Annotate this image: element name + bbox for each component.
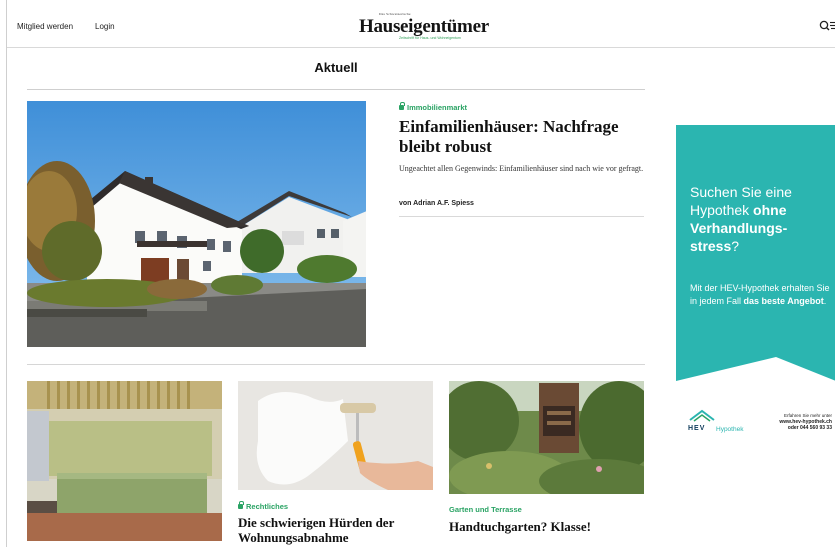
ad-body-bold: das beste Angebot	[743, 295, 824, 306]
lock-icon	[238, 501, 244, 509]
ad-headline-end: ?	[731, 238, 740, 254]
section-title: Aktuell	[314, 60, 358, 75]
search-menu-button[interactable]	[819, 18, 835, 34]
card-3-title[interactable]: Handtuchgarten? Klasse!	[449, 519, 644, 534]
hero-image[interactable]	[27, 101, 366, 347]
ad-headline: Suchen Sie eine Hypothek ohne Verhandlun…	[690, 183, 830, 255]
card-image-garden[interactable]	[449, 381, 644, 494]
ad-contact: Erfahren Sie mehr unter www.hev-hypothek…	[754, 413, 832, 432]
divider	[27, 364, 645, 365]
hero-author: von Adrian A.F. Spiess	[399, 200, 474, 207]
card-3-kicker: Garten und Terrasse	[449, 505, 522, 514]
hero-title[interactable]: Einfamilienhäuser: Nachfrage bleibt robu…	[399, 117, 639, 157]
member-link[interactable]: Mitglied werden	[17, 22, 73, 31]
top-bar: Mitglied werden Login Das Schweizerische…	[7, 0, 835, 48]
ad-contact-tel: oder 044 560 93 33	[787, 425, 832, 431]
login-link[interactable]: Login	[95, 22, 115, 31]
ad-brand-sub: Hypothek	[716, 426, 744, 433]
hero-kicker-label: Immobilienmarkt	[407, 103, 468, 112]
card-image-kitchen[interactable]	[27, 381, 222, 541]
divider	[399, 216, 644, 217]
lock-icon	[399, 102, 405, 110]
page-frame: Mitglied werden Login Das Schweizerische…	[6, 0, 835, 547]
hero-lead: Ungeachtet allen Gegenwinds: Einfamilien…	[399, 164, 644, 173]
card-image-paint[interactable]	[238, 381, 433, 490]
ad-body-end: .	[823, 295, 827, 306]
divider	[27, 89, 645, 90]
search-menu-icon	[819, 20, 835, 31]
site-logo[interactable]: Das Schweizerische Hauseigentümer Zeitsc…	[359, 12, 509, 42]
card-2-title[interactable]: Die schwierigen Hürden der Wohnungsabnah…	[238, 515, 438, 545]
hypothek-ad[interactable]: Suchen Sie eine Hypothek ohne Verhandlun…	[676, 125, 835, 443]
hero-kicker: Immobilienmarkt	[399, 102, 468, 112]
ad-contact-url: www.hev-hypothek.ch	[779, 418, 832, 425]
card-2-kicker: Rechtliches	[238, 501, 289, 511]
logo-name: Hauseigentümer	[359, 16, 489, 37]
logo-sub-line: Zeitschrift für Haus- und Wohneigentum	[399, 36, 461, 40]
ad-body: Mit der HEV-Hypothek erhalten Sie in jed…	[690, 282, 830, 307]
ad-brand: HEV	[688, 425, 706, 432]
card-2-kicker-label: Rechtliches	[246, 502, 289, 511]
